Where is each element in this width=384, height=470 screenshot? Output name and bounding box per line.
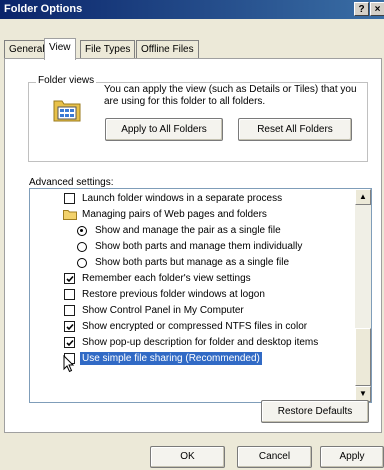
checkbox[interactable] — [64, 193, 75, 204]
checkbox[interactable] — [64, 337, 75, 348]
scroll-thumb[interactable] — [355, 328, 371, 386]
ok-button[interactable]: OK — [150, 446, 225, 468]
folder-icon — [63, 210, 77, 220]
mouse-cursor-icon — [63, 355, 75, 373]
tab-general[interactable]: General — [4, 40, 50, 59]
tab-file-types[interactable]: File Types — [80, 40, 136, 59]
radio-button[interactable] — [77, 258, 87, 268]
folder-views-description: You can apply the view (such as Details … — [104, 84, 357, 107]
folder-views-label: Folder views — [36, 75, 97, 86]
close-button[interactable]: × — [370, 2, 384, 16]
advanced-settings-list[interactable]: Launch folder windows in a separate proc… — [29, 188, 372, 403]
scroll-up-button[interactable]: ▲ — [355, 189, 371, 205]
reset-all-folders-button[interactable]: Reset All Folders — [238, 118, 352, 141]
checkbox[interactable] — [64, 305, 75, 316]
tab-view[interactable]: View — [44, 38, 76, 60]
tab-offline-files[interactable]: Offline Files — [136, 40, 199, 59]
folder-view-icon — [53, 100, 81, 122]
checkbox[interactable] — [64, 273, 75, 284]
vertical-scrollbar[interactable]: ▲ ▼ — [355, 189, 371, 402]
title-bar: Folder Options ? × — [0, 0, 384, 19]
checkbox[interactable] — [64, 289, 75, 300]
apply-to-all-folders-button[interactable]: Apply to All Folders — [105, 118, 223, 141]
restore-defaults-button[interactable]: Restore Defaults — [261, 400, 369, 423]
help-button[interactable]: ? — [354, 2, 369, 16]
cancel-button[interactable]: Cancel — [237, 446, 312, 468]
radio-button[interactable] — [77, 242, 87, 252]
checkbox[interactable] — [64, 321, 75, 332]
advanced-settings-label: Advanced settings: — [29, 177, 114, 188]
radio-button[interactable] — [77, 226, 87, 236]
window-title: Folder Options — [4, 3, 83, 15]
apply-button[interactable]: Apply — [320, 446, 384, 468]
